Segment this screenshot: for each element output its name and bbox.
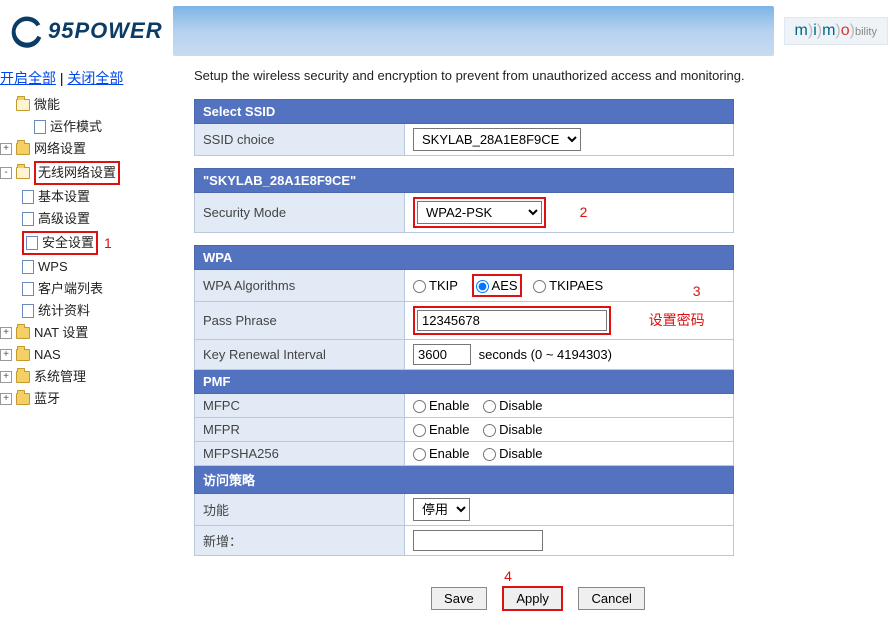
mfpc-disable-radio[interactable] xyxy=(483,400,496,413)
page-desc: Setup the wireless security and encrypti… xyxy=(194,62,882,99)
page-icon xyxy=(22,212,34,226)
folder-icon xyxy=(16,143,30,155)
folder-icon xyxy=(16,167,30,179)
key-renewal-hint: seconds (0 ~ 4194303) xyxy=(479,347,612,362)
expand-icon[interactable]: + xyxy=(0,371,12,383)
key-renewal-input[interactable] xyxy=(413,344,471,365)
folder-icon xyxy=(16,327,30,339)
expand-icon[interactable]: + xyxy=(0,327,12,339)
folder-icon xyxy=(16,99,30,111)
tree-controls: 开启全部 | 关闭全部 xyxy=(0,66,180,94)
annotation-3-num: 3 xyxy=(693,283,701,299)
algo-aes-radio[interactable] xyxy=(476,280,489,293)
pmf-header: PMF xyxy=(195,370,734,394)
passphrase-label: Pass Phrase xyxy=(195,302,405,340)
tree-nas[interactable]: NAS xyxy=(34,345,61,365)
header-banner xyxy=(173,6,774,56)
highlight-aes: AES xyxy=(472,274,522,297)
tree-wlan-adv[interactable]: 高级设置 xyxy=(38,209,90,229)
wpa-table: WPA WPA Algorithms TKIP AES TKIPAES 3 Pa… xyxy=(194,245,734,556)
annotation-3-label: 设置密码 xyxy=(649,312,705,328)
mfpr-label: MFPR xyxy=(195,418,405,442)
function-label: 功能 xyxy=(195,494,405,526)
algo-tkipaes-radio[interactable] xyxy=(533,280,546,293)
mfpc-label: MFPC xyxy=(195,394,405,418)
mfpr-disable-radio[interactable] xyxy=(483,424,496,437)
tree-wlan-set[interactable]: 无线网络设置 xyxy=(34,161,120,185)
annotation-1: 1 xyxy=(104,233,112,253)
apply-button[interactable]: Apply xyxy=(502,586,563,611)
folder-icon xyxy=(16,393,30,405)
page-icon xyxy=(34,120,46,134)
mfpr-enable-radio[interactable] xyxy=(413,424,426,437)
tree-wlan-clients[interactable]: 客户端列表 xyxy=(38,279,103,299)
expand-icon[interactable]: + xyxy=(0,349,12,361)
select-ssid-table: Select SSID SSID choice SKYLAB_28A1E8F9C… xyxy=(194,99,734,156)
annotation-4: 4 xyxy=(134,568,882,584)
mfpsha-enable-radio[interactable] xyxy=(413,448,426,461)
page-icon xyxy=(22,304,34,318)
sidebar: 开启全部 | 关闭全部 微能 运作模式 + 网络设置 - 无线网络设置 基本设置 高… xyxy=(0,62,180,631)
tree-wlan-security[interactable]: 安全设置 xyxy=(42,233,94,253)
access-policy-header: 访问策略 xyxy=(195,466,734,494)
page-icon xyxy=(22,282,34,296)
page-icon xyxy=(22,190,34,204)
tree-oper-mode[interactable]: 运作模式 xyxy=(50,117,102,137)
tree-wlan-stats[interactable]: 统计资料 xyxy=(38,301,90,321)
app-header: 95POWER m)i)m)o)bility xyxy=(0,0,896,62)
add-new-input[interactable] xyxy=(413,530,543,551)
algo-tkip-radio[interactable] xyxy=(413,280,426,293)
passphrase-input[interactable] xyxy=(417,310,607,331)
security-mode-select[interactable]: WPA2-PSK xyxy=(417,201,542,224)
save-button[interactable]: Save xyxy=(431,587,487,610)
mfpsha-disable-radio[interactable] xyxy=(483,448,496,461)
wpa-algo-label: WPA Algorithms xyxy=(195,270,405,302)
function-select[interactable]: 停用 xyxy=(413,498,470,521)
annotation-2: 2 xyxy=(580,204,588,220)
collapse-icon[interactable]: - xyxy=(0,167,12,179)
tree-bt[interactable]: 蓝牙 xyxy=(34,389,60,409)
ssid-name-header: "SKYLAB_28A1E8F9CE" xyxy=(195,169,734,193)
mfpsha-label: MFPSHA256 xyxy=(195,442,405,466)
tree-wlan-basic[interactable]: 基本设置 xyxy=(38,187,90,207)
main-content: Setup the wireless security and encrypti… xyxy=(180,62,896,631)
expand-icon[interactable]: + xyxy=(0,143,12,155)
tree-nat[interactable]: NAT 设置 xyxy=(34,323,88,343)
add-new-label: 新增： xyxy=(195,526,405,556)
highlight-passphrase xyxy=(413,306,611,335)
footer-buttons: 4 Save Apply Cancel xyxy=(194,568,882,611)
select-ssid-header: Select SSID xyxy=(195,100,734,124)
ssid-security-table: "SKYLAB_28A1E8F9CE" Security Mode WPA2-P… xyxy=(194,168,734,233)
logo-icon xyxy=(8,12,46,50)
cancel-button[interactable]: Cancel xyxy=(578,587,644,610)
tree-root[interactable]: 微能 xyxy=(34,95,60,115)
logo-text: 95POWER xyxy=(48,18,163,44)
ssid-choice-select[interactable]: SKYLAB_28A1E8F9CE xyxy=(413,128,581,151)
folder-icon xyxy=(16,349,30,361)
expand-all-link[interactable]: 开启全部 xyxy=(0,70,56,86)
security-mode-label: Security Mode xyxy=(195,193,405,233)
nav-tree: 微能 运作模式 + 网络设置 - 无线网络设置 基本设置 高级设置 安全设置 1 WP… xyxy=(0,94,180,410)
tree-net-set[interactable]: 网络设置 xyxy=(34,139,86,159)
mfpc-enable-radio[interactable] xyxy=(413,400,426,413)
logo: 95POWER xyxy=(8,12,163,50)
ssid-choice-label: SSID choice xyxy=(195,124,405,156)
highlight-security-mode: WPA2-PSK xyxy=(413,197,546,228)
expand-icon[interactable]: + xyxy=(0,393,12,405)
wpa-header: WPA xyxy=(195,246,734,270)
tree-wlan-wps[interactable]: WPS xyxy=(38,257,68,277)
tree-sysmgmt[interactable]: 系统管理 xyxy=(34,367,86,387)
page-icon xyxy=(26,236,38,250)
brand-right: m)i)m)o)bility xyxy=(784,17,888,45)
key-renewal-label: Key Renewal Interval xyxy=(195,340,405,370)
page-icon xyxy=(22,260,34,274)
folder-icon xyxy=(16,371,30,383)
collapse-all-link[interactable]: 关闭全部 xyxy=(67,70,123,86)
